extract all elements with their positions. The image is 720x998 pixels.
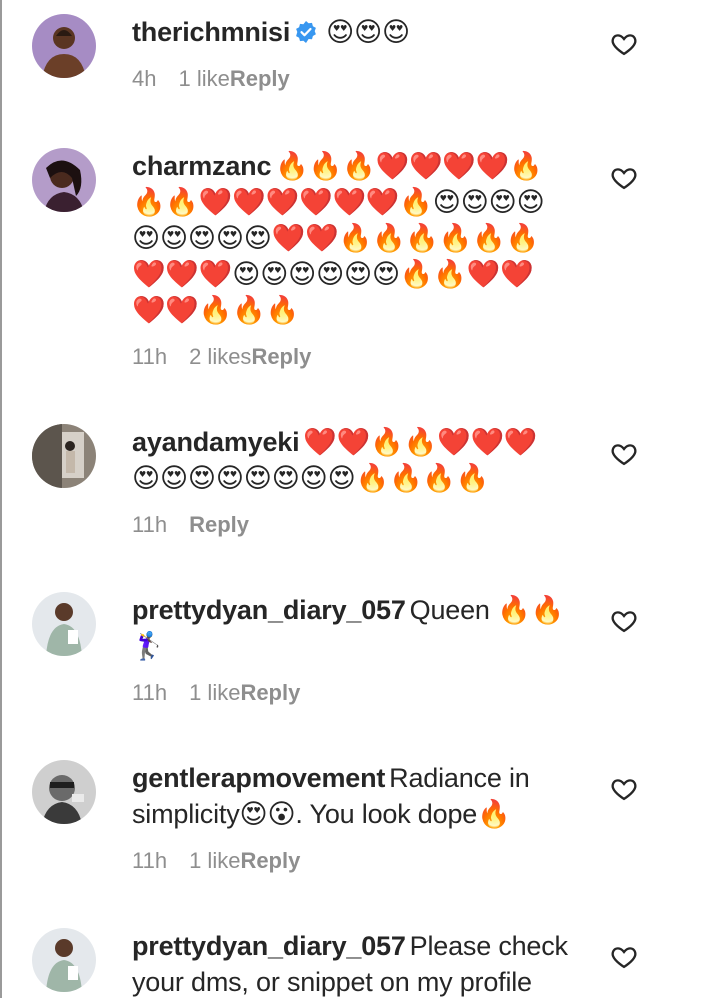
like-heart-icon[interactable] [610, 943, 638, 971]
comment-time: 11h [132, 344, 168, 369]
comment-username[interactable]: therichmnisi [132, 17, 290, 47]
avatar[interactable] [32, 148, 96, 212]
avatar[interactable] [32, 14, 96, 78]
comment-username[interactable]: prettydyan_diary_057 [132, 595, 406, 625]
verified-badge-icon [296, 21, 317, 43]
comment-username[interactable]: gentlerapmovement [132, 763, 385, 793]
reply-button[interactable]: Reply [189, 510, 249, 540]
reply-button[interactable]: Reply [240, 678, 300, 708]
avatar[interactable] [32, 928, 96, 992]
window-edge [0, 0, 2, 998]
comment-likes[interactable]: 2 likes [189, 342, 251, 372]
like-heart-icon[interactable] [610, 164, 638, 192]
like-heart-icon[interactable] [610, 30, 638, 58]
comment-likes[interactable]: 1 like [178, 64, 229, 94]
reply-button[interactable]: Reply [240, 846, 300, 876]
avatar[interactable] [32, 424, 96, 488]
like-heart-icon[interactable] [610, 440, 638, 468]
comment-username[interactable]: prettydyan_diary_057 [132, 931, 406, 961]
comment-username[interactable]: ayandamyeki [132, 427, 300, 457]
reply-button[interactable]: Reply [230, 64, 290, 94]
comment-likes[interactable]: 1 like [189, 678, 240, 708]
comment-time: 11h [132, 512, 168, 537]
avatar[interactable] [32, 760, 96, 824]
comment-time: 11h [132, 848, 168, 873]
comment-text: 😍😍😍 [326, 17, 410, 47]
comment-time: 11h [132, 680, 168, 705]
avatar[interactable] [32, 592, 96, 656]
reply-button[interactable]: Reply [251, 342, 311, 372]
like-heart-icon[interactable] [610, 607, 638, 635]
comment-likes[interactable]: 1 like [189, 846, 240, 876]
comment-time: 4h [132, 66, 157, 91]
like-heart-icon[interactable] [610, 775, 638, 803]
comment-username[interactable]: charmzanc [132, 151, 271, 181]
